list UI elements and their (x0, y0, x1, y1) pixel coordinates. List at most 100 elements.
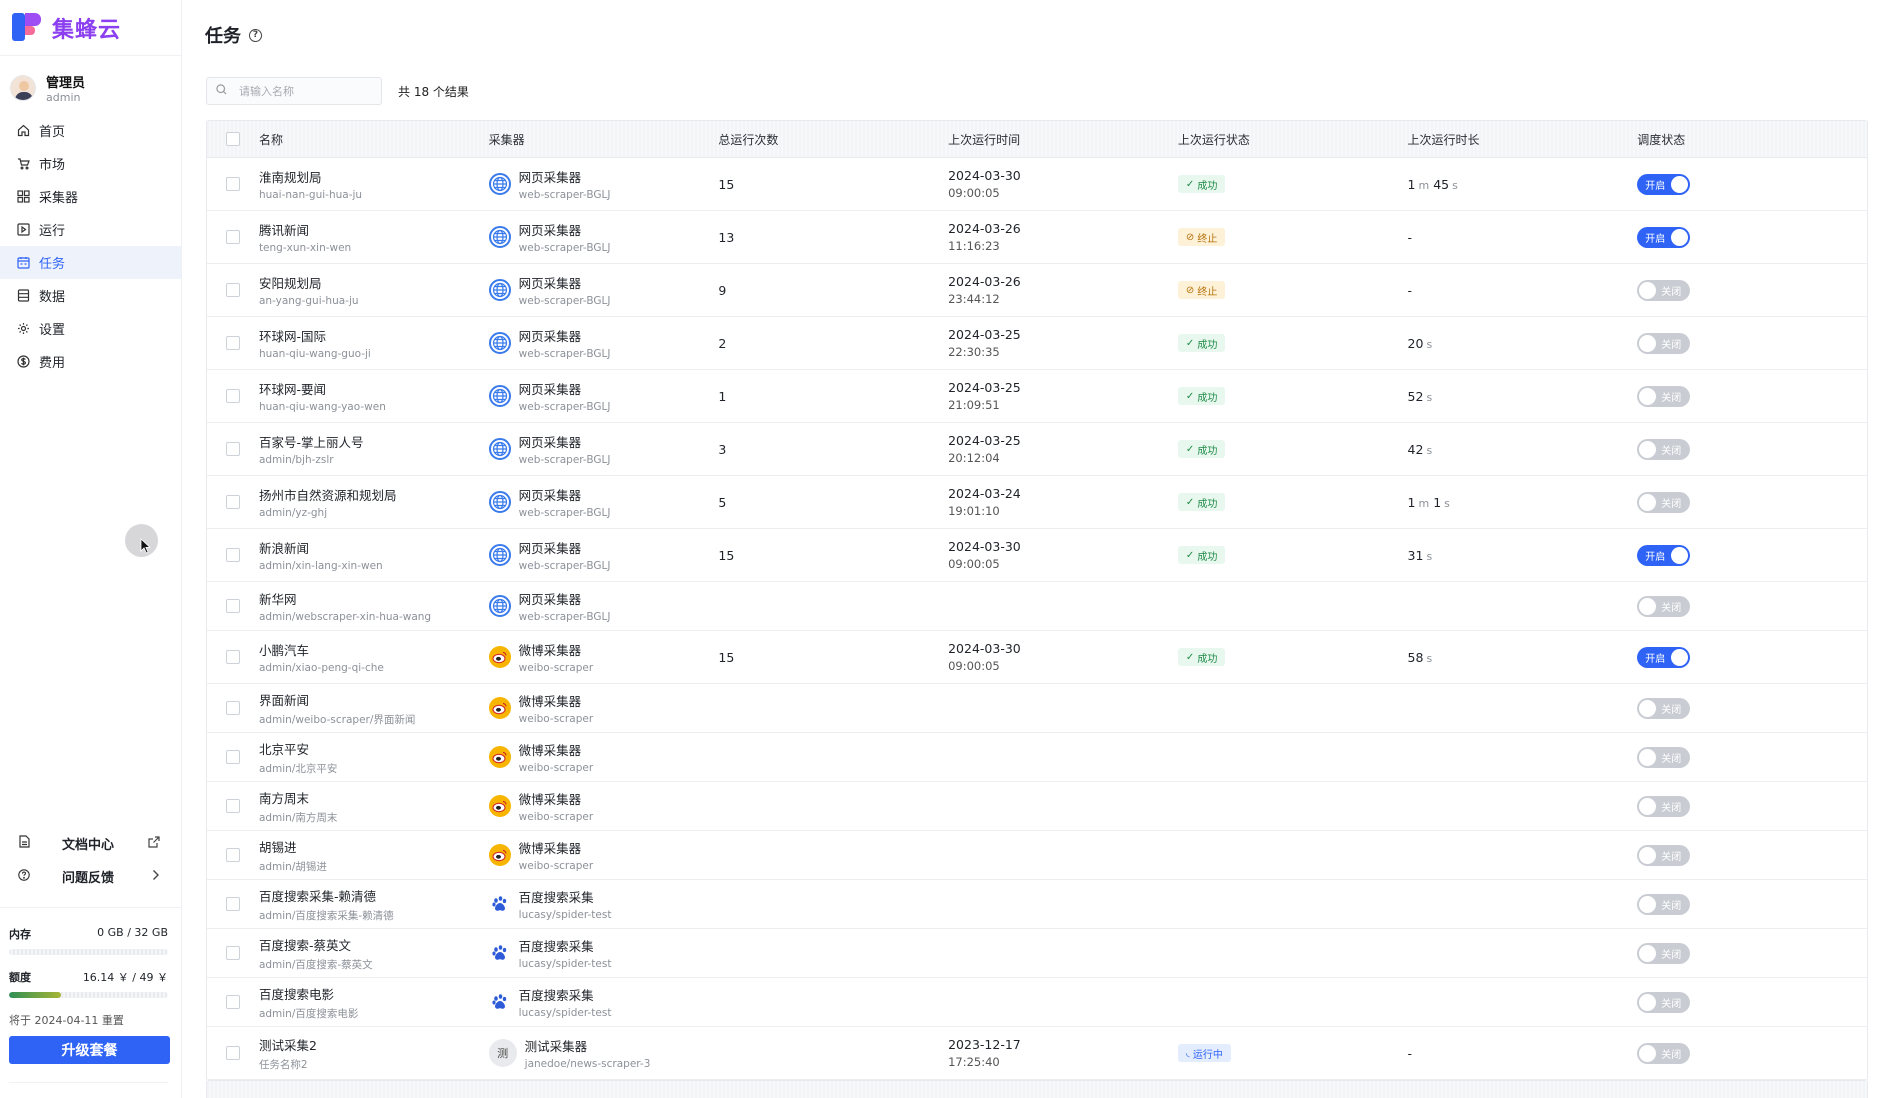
table-row[interactable]: 小鹏汽车 admin/xiao-peng-qi-che 微博采集器 weibo-scr… (207, 631, 1867, 684)
task-name-cell[interactable]: 南方周末 admin/南方周末 (259, 788, 489, 825)
table-row[interactable]: 淮南规划局 huai-nan-gui-hua-ju 网页采集器 web-scraper… (207, 158, 1867, 211)
scraper-cell[interactable]: 网页采集器 web-scraper-BGLJ (488, 485, 719, 519)
scraper-cell[interactable]: 百度搜索采集 lucasy/spider-test (489, 887, 719, 921)
feedback-link[interactable]: 问题反馈 (0, 860, 182, 893)
schedule-toggle[interactable]: 开启 (1637, 544, 1691, 566)
schedule-toggle[interactable]: 关闭 (1637, 795, 1691, 817)
table-row[interactable]: 腾讯新闻 teng-xun-xin-wen 网页采集器 web-scraper-BGL… (207, 211, 1867, 264)
row-checkbox[interactable] (225, 442, 240, 456)
docs-center-link[interactable]: 文档中心 (0, 827, 182, 860)
sidebar-item-4[interactable]: 任务 (0, 246, 181, 279)
schedule-toggle[interactable]: 关闭 (1637, 746, 1691, 768)
task-name-cell[interactable]: 百家号-掌上丽人号 admin/bjh-zslr (259, 432, 489, 466)
scraper-cell[interactable]: 百度搜索采集 lucasy/spider-test (489, 985, 719, 1019)
schedule-toggle[interactable]: 开启 (1637, 173, 1691, 195)
scraper-cell[interactable]: 网页采集器 web-scraper-BGLJ (488, 326, 719, 360)
brand[interactable]: 集蜂云 (0, 0, 181, 56)
table-row[interactable]: 胡锡进 admin/胡锡进 微博采集器 weibo-scraper 关闭 (207, 831, 1867, 880)
column-header-last-run-time[interactable]: 上次运行时间 (948, 131, 1178, 148)
scraper-cell[interactable]: 网页采集器 web-scraper-BGLJ (488, 589, 719, 623)
table-row[interactable]: 百度搜索采集-赖清德 admin/百度搜索采集-赖清德 百度搜索采集 lucasy/s… (207, 880, 1867, 929)
row-checkbox[interactable] (225, 848, 240, 862)
sidebar-item-1[interactable]: 市场 (0, 147, 181, 180)
table-row[interactable]: 环球网-要闻 huan-qiu-wang-yao-wen 网页采集器 web-scra… (207, 370, 1867, 423)
row-checkbox[interactable] (225, 177, 240, 191)
sidebar-item-7[interactable]: 费用 (0, 345, 181, 378)
schedule-toggle[interactable]: 关闭 (1637, 844, 1691, 866)
row-checkbox[interactable] (225, 389, 240, 403)
row-checkbox[interactable] (225, 650, 240, 664)
scraper-cell[interactable]: 网页采集器 web-scraper-BGLJ (488, 538, 719, 572)
task-name-cell[interactable]: 百度搜索-蔡英文 admin/百度搜索-蔡英文 (259, 935, 489, 972)
table-row[interactable]: 扬州市自然资源和规划局 admin/yz-ghj 网页采集器 web-scraper-… (207, 476, 1867, 529)
schedule-toggle[interactable]: 开启 (1637, 646, 1691, 668)
scraper-cell[interactable]: 微博采集器 weibo-scraper (488, 740, 719, 774)
scraper-cell[interactable]: 网页采集器 web-scraper-BGLJ (488, 273, 719, 307)
schedule-toggle[interactable]: 开启 (1637, 226, 1691, 248)
row-checkbox[interactable] (225, 548, 240, 562)
task-name-cell[interactable]: 腾讯新闻 teng-xun-xin-wen (259, 220, 489, 254)
table-row[interactable]: 安阳规划局 an-yang-gui-hua-ju 网页采集器 web-scraper-… (207, 264, 1867, 317)
task-name-cell[interactable]: 北京平安 admin/北京平安 (259, 739, 489, 776)
scraper-cell[interactable]: 微博采集器 weibo-scraper (488, 640, 719, 674)
schedule-toggle[interactable]: 关闭 (1637, 893, 1691, 915)
row-checkbox[interactable] (225, 750, 240, 764)
task-name-cell[interactable]: 测试采集2 任务名称2 (259, 1035, 489, 1072)
sidebar-item-0[interactable]: 首页 (0, 114, 181, 147)
table-row[interactable]: 环球网-国际 huan-qiu-wang-guo-ji 网页采集器 web-scrap… (207, 317, 1867, 370)
row-checkbox[interactable] (225, 701, 240, 715)
task-name-cell[interactable]: 新浪新闻 admin/xin-lang-xin-wen (259, 538, 489, 572)
sidebar-item-3[interactable]: 运行 (0, 213, 181, 246)
task-name-cell[interactable]: 新华网 admin/webscraper-xin-hua-wang (259, 589, 489, 623)
row-checkbox[interactable] (225, 336, 240, 350)
table-row[interactable]: 南方周末 admin/南方周末 微博采集器 weibo-scraper 关闭 (207, 782, 1867, 831)
schedule-toggle[interactable]: 关闭 (1637, 942, 1691, 964)
scraper-cell[interactable]: 网页采集器 web-scraper-BGLJ (488, 167, 719, 201)
row-checkbox[interactable] (225, 283, 240, 297)
scraper-cell[interactable]: 微博采集器 weibo-scraper (488, 789, 719, 823)
scraper-cell[interactable]: 网页采集器 web-scraper-BGLJ (488, 220, 719, 254)
row-checkbox[interactable] (225, 946, 240, 960)
row-checkbox[interactable] (225, 897, 240, 911)
schedule-toggle[interactable]: 关闭 (1637, 332, 1691, 354)
schedule-toggle[interactable]: 关闭 (1637, 385, 1691, 407)
scraper-cell[interactable]: 网页采集器 web-scraper-BGLJ (488, 432, 719, 466)
row-checkbox[interactable] (225, 599, 240, 613)
row-checkbox[interactable] (225, 230, 240, 244)
table-row[interactable]: 测试采集2 任务名称2 测测试采集器 janedoe/news-scraper-3 20… (207, 1027, 1867, 1080)
scraper-cell[interactable]: 网页采集器 web-scraper-BGLJ (488, 379, 719, 413)
sidebar-item-6[interactable]: 设置 (0, 312, 181, 345)
column-header-scraper[interactable]: 采集器 (489, 131, 719, 148)
task-name-cell[interactable]: 百度搜索电影 admin/百度搜索电影 (259, 984, 489, 1021)
select-all-checkbox[interactable] (225, 132, 240, 146)
schedule-toggle[interactable]: 关闭 (1637, 279, 1691, 301)
schedule-toggle[interactable]: 关闭 (1637, 991, 1691, 1013)
table-row[interactable]: 新浪新闻 admin/xin-lang-xin-wen 网页采集器 web-scrap… (207, 529, 1867, 582)
sidebar-item-5[interactable]: 数据 (0, 279, 181, 312)
task-name-cell[interactable]: 小鹏汽车 admin/xiao-peng-qi-che (259, 640, 489, 674)
row-checkbox[interactable] (225, 799, 240, 813)
column-header-schedule[interactable]: 调度状态 (1637, 131, 1867, 148)
schedule-toggle[interactable]: 关闭 (1637, 438, 1691, 460)
scraper-cell[interactable]: 测测试采集器 janedoe/news-scraper-3 (488, 1036, 719, 1070)
schedule-toggle[interactable]: 关闭 (1637, 697, 1691, 719)
help-icon[interactable]: ? (249, 28, 262, 42)
column-header-last-run-status[interactable]: 上次运行状态 (1178, 131, 1408, 148)
task-name-cell[interactable]: 环球网-国际 huan-qiu-wang-guo-ji (259, 326, 489, 360)
table-row[interactable]: 百度搜索电影 admin/百度搜索电影 百度搜索采集 lucasy/spider-te… (207, 978, 1867, 1027)
upgrade-button[interactable]: 升级套餐 (9, 1036, 170, 1064)
schedule-toggle[interactable]: 关闭 (1637, 1042, 1691, 1064)
scraper-cell[interactable]: 微博采集器 weibo-scraper (488, 691, 719, 725)
row-checkbox[interactable] (225, 995, 240, 1009)
task-name-cell[interactable]: 淮南规划局 huai-nan-gui-hua-ju (259, 167, 489, 201)
scraper-cell[interactable]: 微博采集器 weibo-scraper (488, 838, 719, 872)
task-name-cell[interactable]: 扬州市自然资源和规划局 admin/yz-ghj (259, 485, 489, 519)
task-name-cell[interactable]: 环球网-要闻 huan-qiu-wang-yao-wen (259, 379, 489, 413)
table-row[interactable]: 百家号-掌上丽人号 admin/bjh-zslr 网页采集器 web-scraper-… (207, 423, 1867, 476)
schedule-toggle[interactable]: 关闭 (1637, 595, 1691, 617)
search-input[interactable] (239, 84, 369, 98)
schedule-toggle[interactable]: 关闭 (1637, 491, 1691, 513)
row-checkbox[interactable] (225, 1046, 240, 1060)
task-name-cell[interactable]: 胡锡进 admin/胡锡进 (259, 837, 489, 874)
column-header-runs[interactable]: 总运行次数 (718, 131, 948, 148)
